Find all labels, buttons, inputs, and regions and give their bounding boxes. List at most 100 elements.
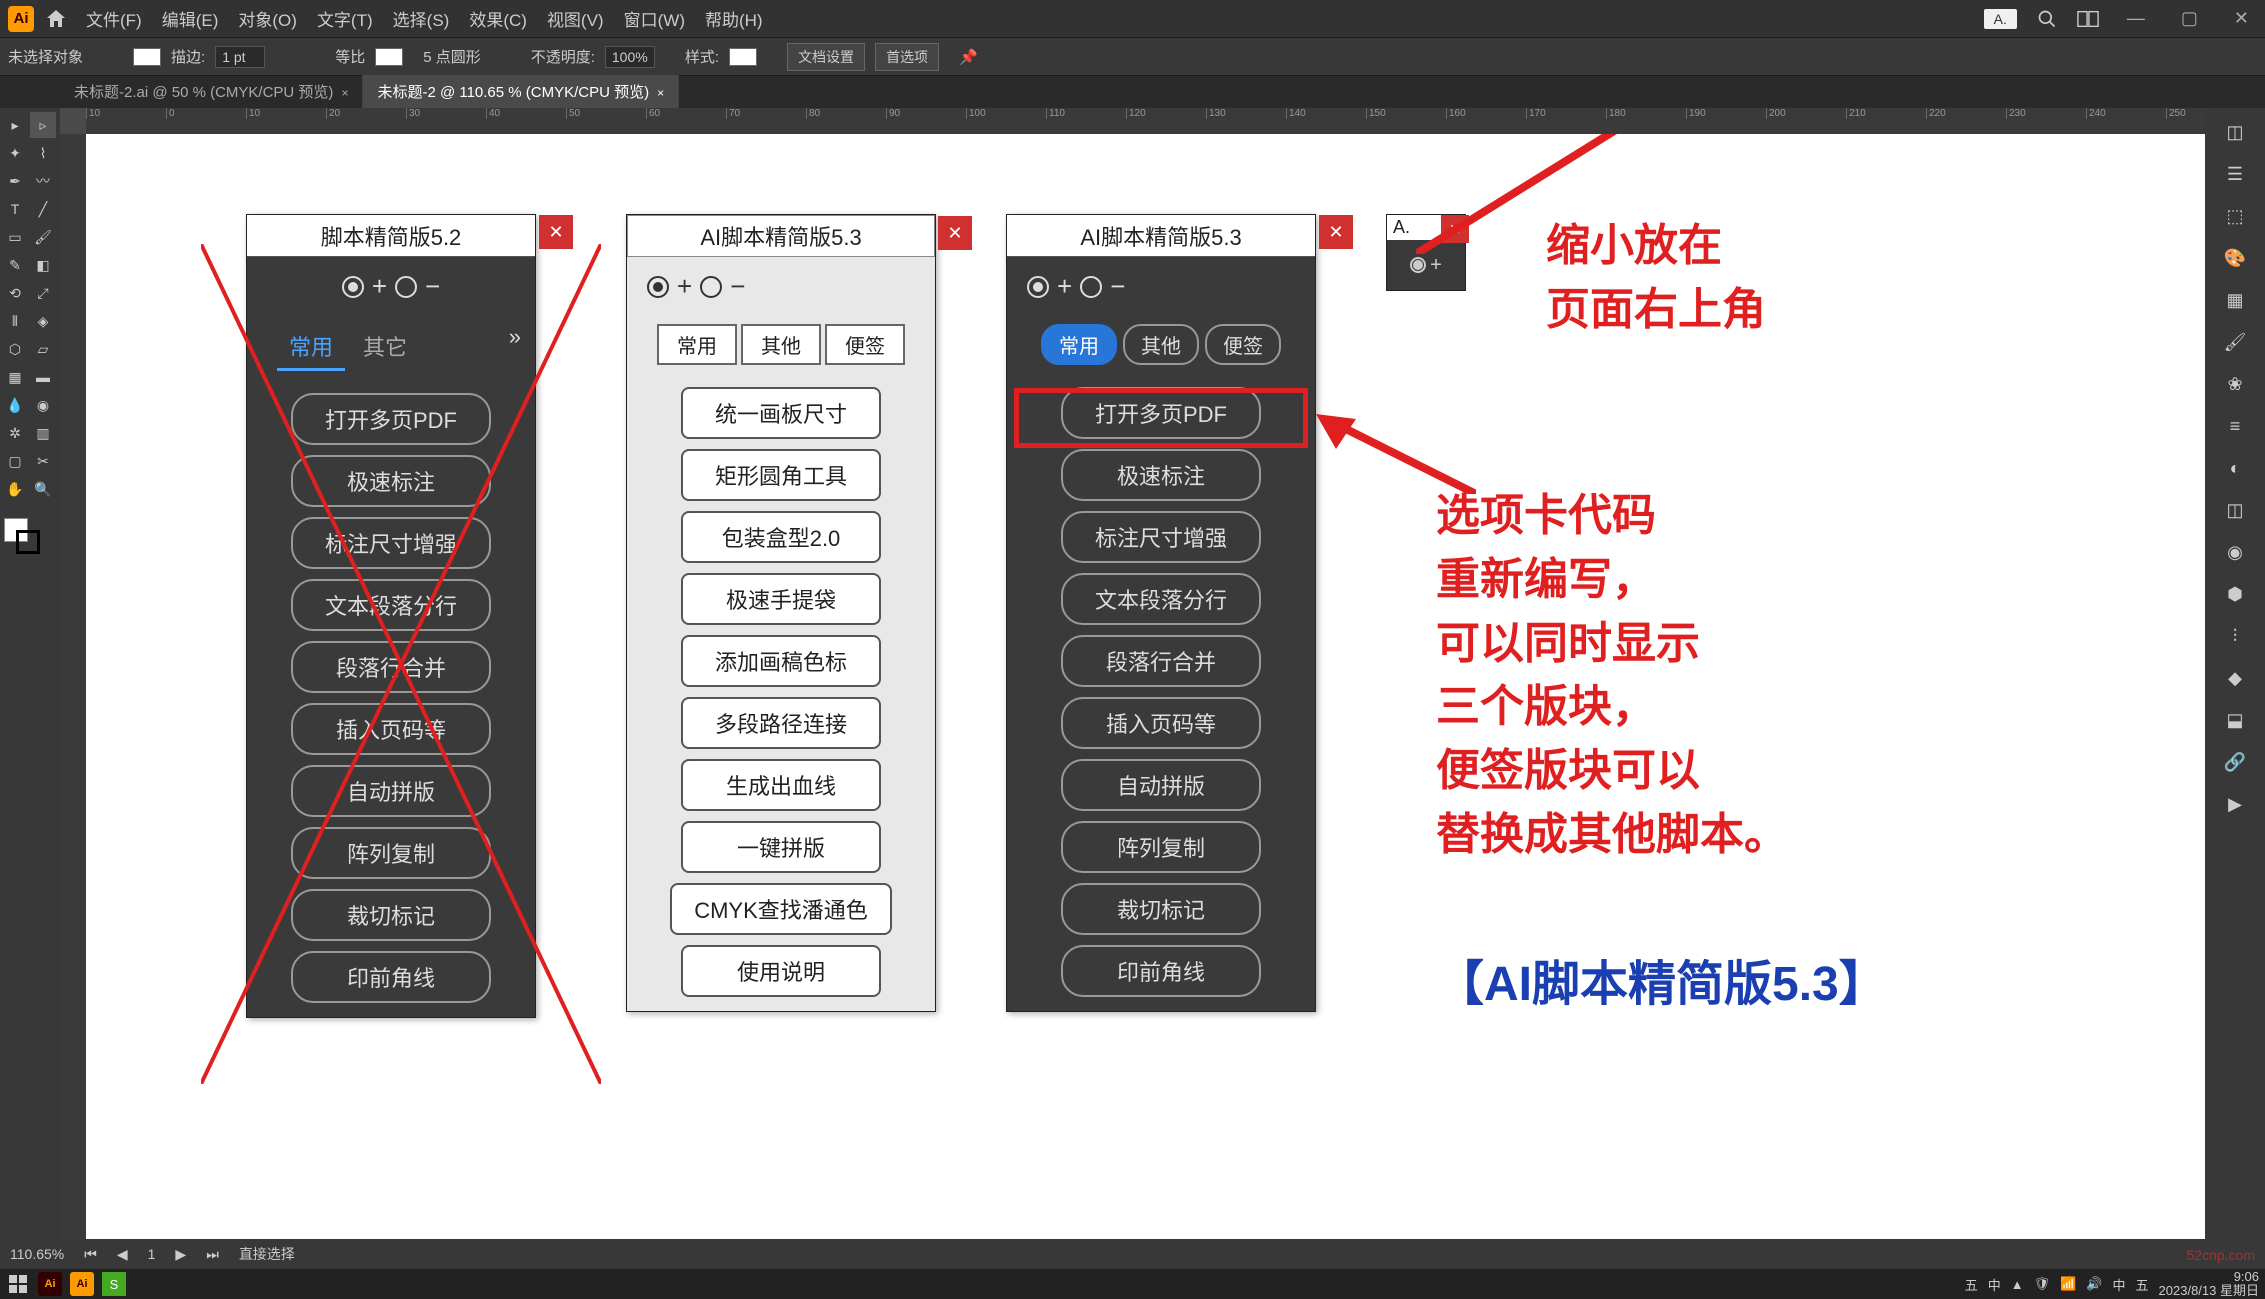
script-button[interactable]: 文本段落分行 xyxy=(1061,573,1261,625)
script-button[interactable]: 添加画稿色标 xyxy=(681,635,881,687)
symbol-spray-tool[interactable]: ✲ xyxy=(2,420,28,446)
selection-tool[interactable]: ▸ xyxy=(2,112,28,138)
pin-icon[interactable]: 📌 xyxy=(959,48,978,66)
tab-common[interactable]: 常用 xyxy=(1041,324,1117,365)
brushes-panel-icon[interactable]: 🖌 xyxy=(2213,324,2257,360)
script-button[interactable]: 裁切标记 xyxy=(1061,883,1261,935)
menu-type[interactable]: 文字(T) xyxy=(317,6,373,31)
nav-prev-icon[interactable]: ◀ xyxy=(117,1246,128,1263)
tab-notes[interactable]: 便签 xyxy=(825,324,905,365)
script-button[interactable]: 极速标注 xyxy=(1061,449,1261,501)
tray-shield-icon[interactable]: 🛡 xyxy=(2034,1276,2051,1292)
width-tool[interactable]: ⫴ xyxy=(2,308,28,334)
tab-other[interactable]: 其他 xyxy=(1123,324,1199,365)
tray-ime2-icon[interactable]: 中 xyxy=(1988,1275,2001,1294)
script-button[interactable]: 阵列复制 xyxy=(1061,821,1261,873)
prefs-button[interactable]: 首选项 xyxy=(875,43,939,71)
start-button[interactable] xyxy=(6,1272,30,1296)
nav-first-icon[interactable]: ⏮ xyxy=(84,1246,97,1263)
menu-select[interactable]: 选择(S) xyxy=(393,6,450,31)
clock-time[interactable]: 9:06 xyxy=(2159,1270,2259,1284)
artboard-tool[interactable]: ▢ xyxy=(2,448,28,474)
blend-tool[interactable]: ◉ xyxy=(30,392,56,418)
nav-last-icon[interactable]: ⏭ xyxy=(206,1246,219,1263)
close-button[interactable]: ✕ xyxy=(2226,8,2257,29)
menu-window[interactable]: 窗口(W) xyxy=(624,6,685,31)
tray-keyboard-icon[interactable]: 五 xyxy=(2136,1275,2149,1294)
panel-close-button[interactable]: ✕ xyxy=(1319,215,1353,249)
close-icon[interactable]: × xyxy=(341,86,348,100)
menu-view[interactable]: 视图(V) xyxy=(547,6,604,31)
menu-edit[interactable]: 编辑(E) xyxy=(162,6,219,31)
brush-label[interactable]: 5 点圆形 xyxy=(423,46,481,67)
color-panel-icon[interactable]: 🎨 xyxy=(2213,240,2257,276)
script-button[interactable]: 使用说明 xyxy=(681,945,881,997)
plus-icon[interactable]: + xyxy=(372,271,387,302)
close-icon[interactable]: × xyxy=(657,86,664,100)
transparency-panel-icon[interactable]: ◫ xyxy=(2213,492,2257,528)
search-icon[interactable] xyxy=(2037,9,2057,29)
taskbar-ai-active-icon[interactable]: Ai xyxy=(70,1272,94,1296)
graphic-styles-panel-icon[interactable]: ⬢ xyxy=(2213,576,2257,612)
script-button[interactable]: 段落行合并 xyxy=(291,641,491,693)
doc-tab-2[interactable]: 未标题-2 @ 110.65 % (CMYK/CPU 预览)× xyxy=(363,75,679,108)
tray-up-icon[interactable]: ▲ xyxy=(2011,1277,2024,1292)
tray-volume-icon[interactable]: 🔊 xyxy=(2086,1276,2102,1292)
type-tool[interactable]: T xyxy=(2,196,28,222)
free-transform-tool[interactable]: ◈ xyxy=(30,308,56,334)
taskbar-ai-icon[interactable]: Ai xyxy=(38,1272,62,1296)
script-button[interactable]: 阵列复制 xyxy=(291,827,491,879)
script-button[interactable]: 极速标注 xyxy=(291,455,491,507)
zoom-tool[interactable]: 🔍 xyxy=(30,476,56,502)
uniform-swatch[interactable] xyxy=(375,48,403,66)
taskbar-app-icon[interactable]: S xyxy=(102,1272,126,1296)
canvas[interactable]: 脚本精简版5.2 ✕ + − 常用 其它 » 打开多页PDF 极速标注 标注尺寸… xyxy=(86,134,2205,1239)
align-panel-icon[interactable]: ⫶ xyxy=(2213,618,2257,654)
plus-icon[interactable]: + xyxy=(677,271,692,302)
brush-tool[interactable]: 🖌 xyxy=(30,224,56,250)
opacity-input[interactable] xyxy=(605,46,655,68)
graph-tool[interactable]: ▥ xyxy=(30,420,56,446)
script-button[interactable]: 自动拼版 xyxy=(1061,759,1261,811)
minimize-button[interactable]: — xyxy=(2119,8,2153,29)
fill-swatch[interactable] xyxy=(133,48,161,66)
panel-close-button[interactable]: ✕ xyxy=(539,215,573,249)
script-button[interactable]: 自动拼版 xyxy=(291,765,491,817)
nav-next-icon[interactable]: ▶ xyxy=(175,1246,186,1263)
home-icon[interactable] xyxy=(44,7,68,31)
transform-panel-icon[interactable]: ⬓ xyxy=(2213,702,2257,738)
radio-checked-icon[interactable] xyxy=(647,276,669,298)
actions-panel-icon[interactable]: ▶ xyxy=(2213,786,2257,822)
minus-icon[interactable]: − xyxy=(1110,271,1125,302)
menu-object[interactable]: 对象(O) xyxy=(238,6,297,31)
properties-panel-icon[interactable]: ◫ xyxy=(2213,114,2257,150)
lasso-tool[interactable]: ⌇ xyxy=(30,140,56,166)
curvature-tool[interactable]: 〰 xyxy=(30,168,56,194)
script-button[interactable]: 一键拼版 xyxy=(681,821,881,873)
panel-close-button[interactable]: ✕ xyxy=(1441,215,1469,243)
arrange-docs-icon[interactable] xyxy=(2077,10,2099,28)
script-button[interactable]: 插入页码等 xyxy=(1061,697,1261,749)
script-button[interactable]: 打开多页PDF xyxy=(291,393,491,445)
menu-help[interactable]: 帮助(H) xyxy=(705,6,763,31)
script-button[interactable]: 生成出血线 xyxy=(681,759,881,811)
script-button[interactable]: 文本段落分行 xyxy=(291,579,491,631)
radio-icon[interactable] xyxy=(1080,276,1102,298)
tab-common[interactable]: 常用 xyxy=(657,324,737,365)
tab-other[interactable]: 其它 xyxy=(351,324,419,371)
rotate-tool[interactable]: ⟲ xyxy=(2,280,28,306)
script-button[interactable]: 包装盒型2.0 xyxy=(681,511,881,563)
plus-icon[interactable]: + xyxy=(1057,271,1072,302)
hand-tool[interactable]: ✋ xyxy=(2,476,28,502)
minus-icon[interactable]: − xyxy=(425,271,440,302)
script-button[interactable]: 段落行合并 xyxy=(1061,635,1261,687)
script-button[interactable]: 裁切标记 xyxy=(291,889,491,941)
perspective-tool[interactable]: ▱ xyxy=(30,336,56,362)
rectangle-tool[interactable]: ▭ xyxy=(2,224,28,250)
magic-wand-tool[interactable]: ✦ xyxy=(2,140,28,166)
slice-tool[interactable]: ✂ xyxy=(30,448,56,474)
uniform-label[interactable]: 等比 xyxy=(335,46,365,67)
tray-lang-icon[interactable]: 中 xyxy=(2113,1275,2126,1294)
script-button[interactable]: 多段路径连接 xyxy=(681,697,881,749)
stroke-input[interactable] xyxy=(215,46,265,68)
